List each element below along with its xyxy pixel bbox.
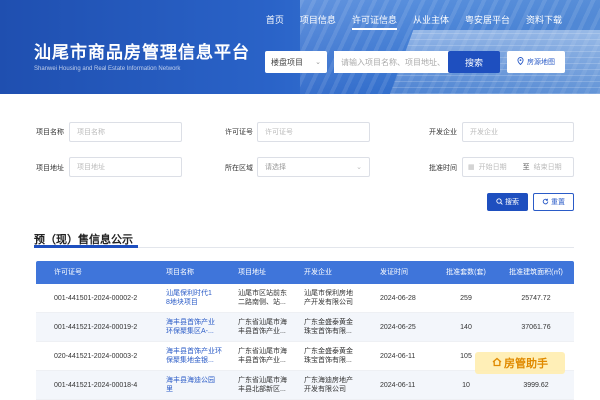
project-name-label: 项目名称 [36,129,64,136]
cell-developer: 广东海迪房地产 开发有限公司 [304,377,353,393]
location-pin-icon [517,57,524,67]
cell-date: 2024-06-11 [380,352,416,360]
house-map-label: 房源地图 [527,59,555,66]
cell-address: 广东省汕尾市海 丰县北部新区... [238,377,287,393]
start-date-placeholder: 开始日期 [478,164,507,171]
site-title: 汕尾市商品房管理信息平台 [34,43,250,62]
watermark-logo: 房管助手 [475,352,565,374]
cell-area: 3999.62 [523,381,549,389]
cell-developer: 广东金盛泰黄金 珠宝首饰有限... [304,319,353,335]
house-map-button[interactable]: 房源地图 [507,51,565,73]
project-address-label: 项目地址 [36,165,64,172]
project-address-input[interactable]: 项目地址 [69,157,182,177]
license-no-placeholder: 许可证号 [265,129,293,136]
column-header: 批准建筑面积(㎡) [509,268,563,276]
cell-area: 25747.72 [521,294,551,302]
column-header: 项目地址 [238,268,266,276]
header-banner: 首页 项目信息 许可证信息 从业主体 粤安居平台 资料下载 汕尾市商品房管理信息… [0,0,600,94]
table-header: 许可证号 项目名称 项目地址 开发企业 发证时间 批准套数(套) 批准建筑面积(… [36,261,574,284]
cell-project-link[interactable]: 海丰县首饰产业 环保聚集区A-... [164,318,236,336]
cell-date: 2024-06-25 [380,323,416,331]
developer-input[interactable]: 开发企业 [462,122,574,142]
query-button[interactable]: 搜索 [487,193,528,211]
cell-date: 2024-06-11 [380,381,416,389]
search-button[interactable]: 搜索 [448,51,500,73]
nav-home[interactable]: 首页 [258,13,292,30]
refresh-icon [542,198,549,207]
license-table: 许可证号 项目名称 项目地址 开发企业 发证时间 批准套数(套) 批准建筑面积(… [36,261,574,400]
nav-project-info[interactable]: 项目信息 [292,13,344,30]
cell-developer: 广东金盛泰黄金 珠宝首饰有限... [304,348,353,364]
region-label: 所在区域 [225,165,253,172]
query-button-label: 搜索 [505,199,519,206]
table-row[interactable]: 001-441521-2024-00018-4 海丰县海迪公园 里广东省汕尾市海 … [36,371,574,400]
search-input[interactable] [334,51,450,73]
nav-license-info[interactable]: 许可证信息 [344,13,405,30]
search-type-select[interactable]: 楼盘项目 ⌄ [265,51,327,73]
license-no-label: 许可证号 [225,129,253,136]
license-no-input[interactable]: 许可证号 [257,122,370,142]
cell-units: 259 [460,294,472,302]
chevron-down-icon: ⌄ [356,164,362,171]
nav-practitioners[interactable]: 从业主体 [405,13,457,30]
cell-license: 001-441521-2024-00018-4 [54,381,138,389]
table-row[interactable]: 001-441521-2024-00019-2 海丰县首饰产业 环保聚集区A-..… [36,313,574,342]
cell-developer: 汕尾市保利房地 产开发有限公司 [304,290,353,306]
table-row[interactable]: 001-441501-2024-00002-2 汕尾保利时代1 8地块项目 汕尾市区… [36,284,574,313]
column-header: 许可证号 [54,268,82,276]
cell-project-link[interactable]: 海丰县海迪公园 里 [164,376,236,394]
reset-button-label: 重置 [551,199,565,206]
approval-date-range[interactable]: ▦ 开始日期 至 结束日期 [462,157,574,177]
cell-area: 37061.76 [521,323,551,331]
cell-address: 广东省汕尾市海 丰县首饰产业... [238,319,287,335]
cell-license: 001-441521-2024-00019-2 [54,323,138,331]
site-subtitle: Shanwei Housing and Real Estate Informat… [34,66,181,72]
project-address-placeholder: 项目地址 [77,164,105,171]
column-header: 发证时间 [380,268,408,276]
watermark-text: 房管助手 [504,358,548,370]
cell-project-link[interactable]: 汕尾保利时代1 8地块项目 [164,289,236,307]
nav-downloads[interactable]: 资料下载 [518,13,570,30]
cell-project-link[interactable]: 海丰县首饰产业环 保聚集地金银... [164,347,236,365]
section-underline [34,245,138,248]
end-date-placeholder: 结束日期 [533,164,562,171]
chevron-down-icon: ⌄ [315,59,321,66]
reset-button[interactable]: 重置 [533,193,574,211]
cell-address: 汕尾市区站前东 二路南侧、站... [238,290,287,306]
search-type-value: 楼盘项目 [271,57,303,67]
region-select[interactable]: 请选择 ⌄ [257,157,370,177]
house-icon [492,357,502,370]
developer-placeholder: 开发企业 [470,129,498,136]
nav-yueanju[interactable]: 粤安居平台 [457,13,518,30]
calendar-icon: ▦ [468,164,475,171]
developer-label: 开发企业 [429,129,457,136]
column-header: 项目名称 [166,268,194,276]
search-icon [496,197,503,207]
cell-date: 2024-06-28 [380,294,416,302]
table-body: 001-441501-2024-00002-2 汕尾保利时代1 8地块项目 汕尾市区… [36,284,574,400]
top-nav: 首页 项目信息 许可证信息 从业主体 粤安居平台 资料下载 [258,13,570,30]
column-header: 开发企业 [304,268,332,276]
column-header: 批准套数(套) [446,268,486,276]
cell-license: 001-441501-2024-00002-2 [54,294,138,302]
cell-units: 10 [462,381,470,389]
region-placeholder: 请选择 [265,164,286,171]
approval-time-label: 批准时间 [429,165,457,172]
cell-units: 140 [460,323,472,331]
date-separator: 至 [522,164,530,171]
cell-license: 020-441521-2024-00003-2 [54,352,138,360]
project-name-placeholder: 项目名称 [77,129,105,136]
project-name-input[interactable]: 项目名称 [69,122,182,142]
cell-address: 广东省汕尾市海 丰县首饰产业... [238,348,287,364]
